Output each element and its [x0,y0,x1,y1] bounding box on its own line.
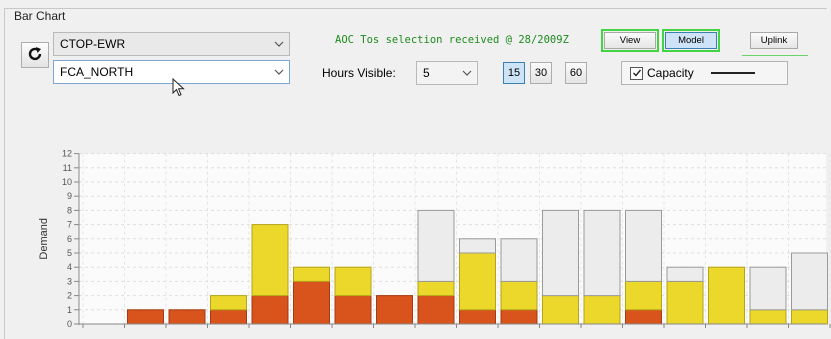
bar-segment [791,309,828,325]
bar-segment [417,209,455,282]
bar-segment [791,252,828,311]
y-tick-label: 8 [67,205,72,215]
bar-segment [500,238,538,282]
bar-segment [417,295,455,325]
bar-segment [459,238,496,254]
y-tick-label: 11 [63,163,72,173]
demand-bar-chart: 0123456789101112Demand [38,149,831,329]
bar-segment [500,280,538,311]
y-tick-label: 10 [62,177,72,187]
bar-segment [376,295,413,325]
bar-segment [293,280,330,325]
bar-segment [708,266,745,325]
y-tick-label: 12 [62,149,72,159]
bar-segment [417,280,455,297]
bar-segment [293,266,330,282]
bar-segment [583,295,621,325]
bar-segment [542,295,579,325]
y-tick-label: 9 [67,191,72,201]
bar-segment [251,295,289,325]
y-tick-label: 7 [67,220,72,230]
bar-segment [625,309,662,325]
bar-segment [459,309,496,325]
bar-segment [625,280,662,311]
bar-segment [500,309,538,325]
y-tick-label: 2 [67,291,72,301]
y-tick-label: 5 [67,248,72,258]
y-tick-label: 0 [67,319,72,329]
bar-segment [127,309,164,325]
bar-segment [583,209,621,297]
bar-segment [168,309,206,325]
bar-segment [749,266,787,311]
bar-segment [625,209,662,282]
bar-segment [210,309,247,325]
y-tick-label: 4 [67,262,72,272]
y-tick-label: 6 [67,234,72,244]
bar-segment [210,295,247,311]
bar-segment [334,266,372,297]
bar-segment [251,224,289,297]
y-tick-label: 1 [67,305,72,315]
bar-segment [749,309,787,325]
bar-segment [459,252,496,311]
y-tick-label: 3 [67,276,72,286]
bar-segment [334,295,372,325]
bar-segment [542,209,579,297]
bar-segment [666,280,704,325]
bar-segment [666,266,704,282]
y-axis-label: Demand [38,218,50,260]
